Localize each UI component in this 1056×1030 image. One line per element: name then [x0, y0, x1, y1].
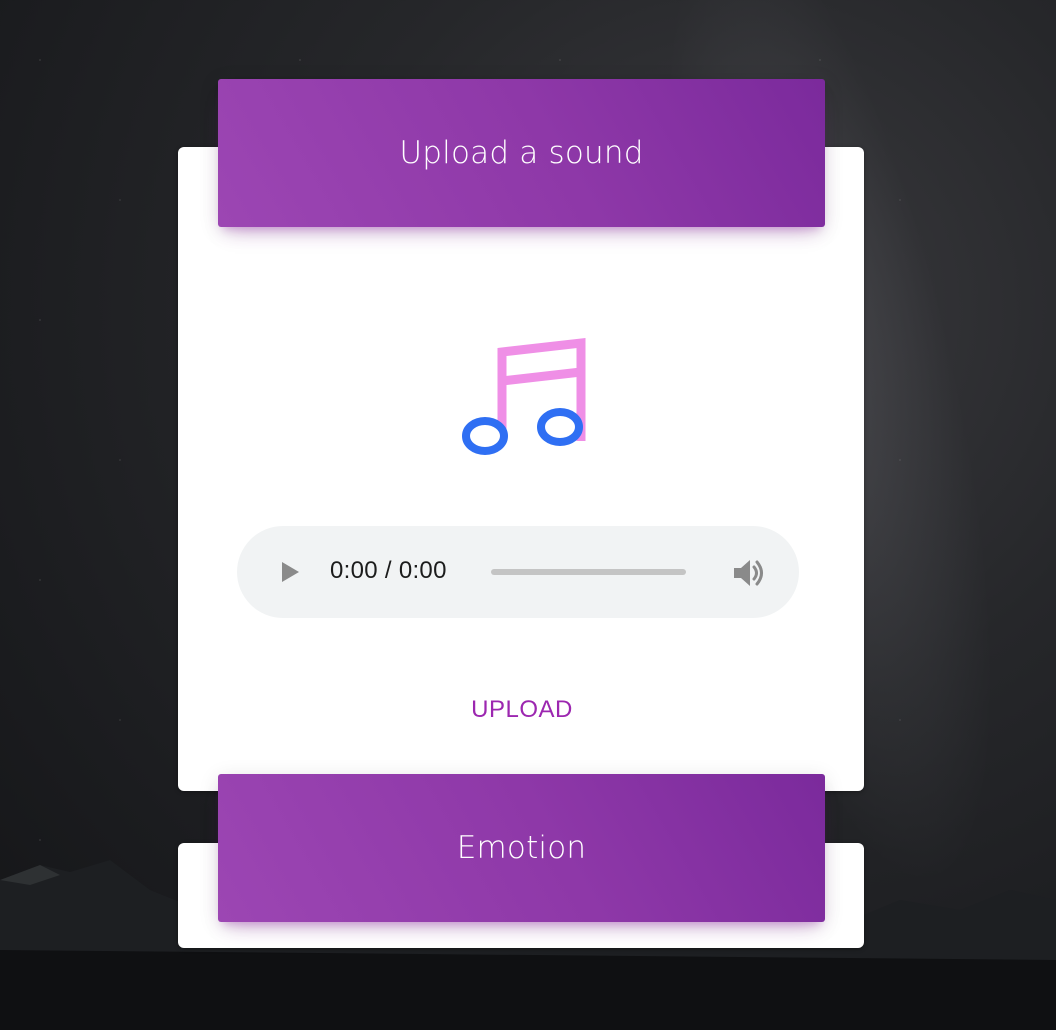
volume-icon[interactable]	[732, 558, 766, 588]
upload-card-title: Upload a sound	[399, 135, 644, 171]
emotion-card-title: Emotion	[456, 830, 587, 866]
upload-card-header: Upload a sound	[218, 79, 825, 227]
emotion-card-header: Emotion	[218, 774, 825, 922]
audio-seek-bar[interactable]	[491, 569, 686, 575]
music-note-icon	[462, 337, 586, 455]
play-icon[interactable]	[278, 560, 302, 584]
upload-button[interactable]: UPLOAD	[440, 690, 604, 730]
audio-time-display: 0:00 / 0:00	[330, 557, 447, 584]
